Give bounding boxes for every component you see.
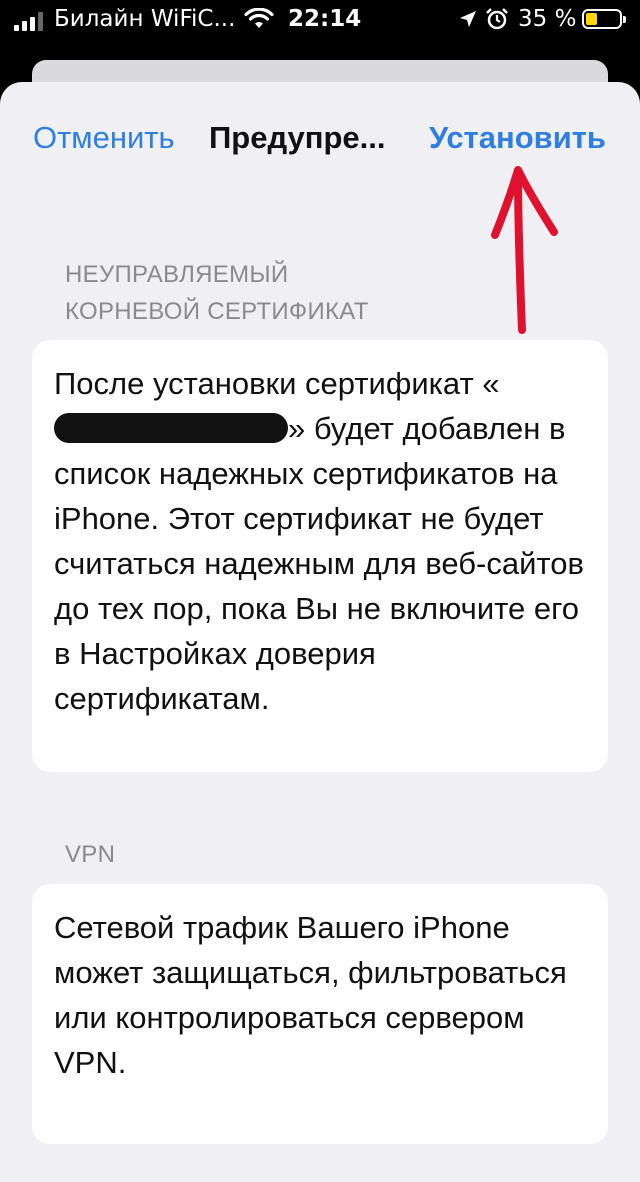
signal-icon — [14, 12, 43, 31]
install-button[interactable]: Установить — [429, 120, 606, 156]
text-part: » будет добавлен в список надежных серти… — [54, 411, 584, 716]
section-header-line: НЕУПРАВЛЯЕМЫЙ — [65, 261, 289, 288]
section-header-root-certificate: НЕУПРАВЛЯЕМЫЙ КОРНЕВОЙ СЕРТИФИКАТ — [65, 256, 369, 330]
clock: 22:14 — [288, 6, 362, 32]
cancel-button[interactable]: Отменить — [33, 120, 175, 156]
battery-icon — [582, 9, 626, 29]
wifi-icon — [244, 7, 274, 36]
alarm-icon — [485, 7, 509, 37]
nav-bar: Отменить Предупре... Установить — [0, 116, 640, 160]
certificate-warning-card: После установки сертификат « » будет доба… — [32, 340, 608, 772]
annotation-arrow-icon — [491, 166, 558, 334]
certificate-warning-text: После установки сертификат « » будет доба… — [54, 361, 584, 721]
battery-percentage: 35 % — [518, 6, 577, 32]
section-header-line: КОРНЕВОЙ СЕРТИФИКАТ — [65, 298, 369, 325]
redacted-certificate-name — [54, 413, 288, 443]
text-part: После установки сертификат « — [54, 366, 500, 401]
vpn-warning-card: Сетевой трафик Вашего iPhone может защищ… — [32, 884, 608, 1144]
page-title: Предупре... — [209, 120, 386, 155]
vpn-warning-text: Сетевой трафик Вашего iPhone может защищ… — [54, 910, 567, 1080]
carrier-name: Билайн WiFiC... — [54, 6, 236, 32]
location-icon — [458, 9, 478, 35]
status-bar: Билайн WiFiC... 22:14 35 % — [0, 0, 640, 40]
section-header-vpn: VPN — [65, 841, 116, 868]
